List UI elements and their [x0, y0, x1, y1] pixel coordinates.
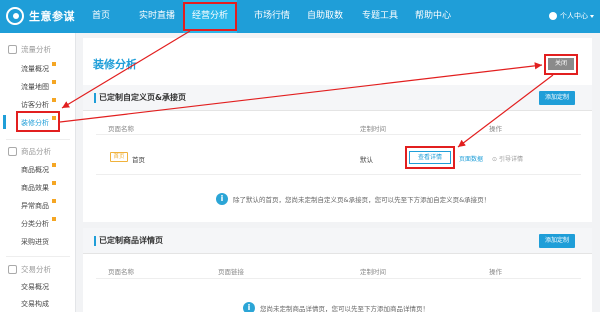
arrow-nav-to-sidebar — [61, 30, 191, 109]
annotation-arrows — [59, 30, 554, 148]
arrow-sidebar-to-close — [59, 62, 543, 123]
arrow-close-to-view — [457, 74, 554, 148]
